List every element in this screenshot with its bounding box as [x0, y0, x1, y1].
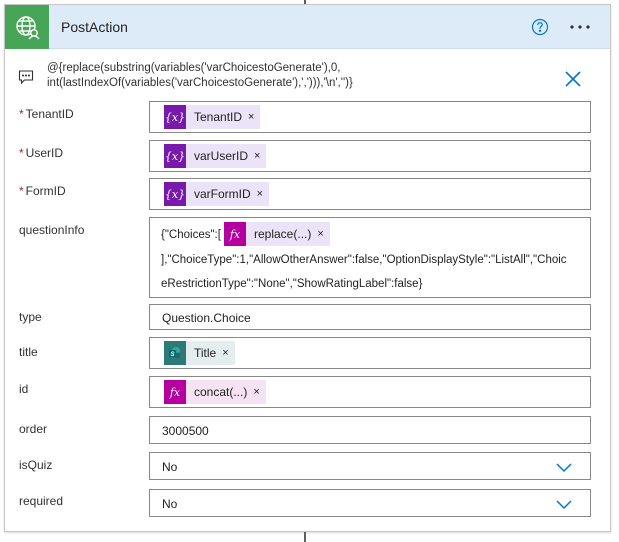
token-label: concat(...): [194, 385, 248, 399]
type-label: type: [19, 310, 42, 324]
token-label: Title: [194, 346, 217, 360]
replace-token[interactable]: fx replace(...) ×: [224, 222, 330, 246]
globe-person-icon: [5, 5, 49, 49]
token-label: replace(...): [254, 227, 312, 241]
token-remove-icon[interactable]: ×: [248, 111, 260, 123]
help-circle-icon[interactable]: [530, 17, 550, 37]
title-token[interactable]: S Title ×: [164, 341, 235, 365]
formid-field[interactable]: {x} varFormID ×: [149, 178, 591, 210]
required-dropdown[interactable]: No: [149, 489, 591, 517]
tenantid-label: * TenantID: [19, 107, 74, 121]
chevron-down-icon[interactable]: [556, 498, 572, 510]
questioninfo-prefix: {"Choices":[: [161, 229, 221, 241]
action-comment: @{replace(substring(variables('varChoice…: [5, 49, 610, 101]
type-field[interactable]: Question.Choice: [149, 304, 591, 330]
required-marker: *: [19, 184, 24, 198]
order-field[interactable]: 3000500: [149, 416, 591, 444]
comment-icon: [18, 69, 34, 85]
tenantid-field[interactable]: {x} TenantID ×: [149, 101, 591, 133]
flow-connector-bottom: [304, 532, 306, 542]
expression-icon: fx: [224, 222, 246, 246]
token-label: varUserID: [194, 149, 249, 163]
isquiz-dropdown[interactable]: No: [149, 452, 591, 480]
title-label: title: [19, 345, 38, 359]
type-value: Question.Choice: [162, 311, 251, 325]
svg-text:S: S: [170, 352, 174, 358]
userid-label: * UserID: [19, 146, 63, 160]
formid-label: * FormID: [19, 184, 66, 198]
token-label: varFormID: [194, 187, 251, 201]
close-icon[interactable]: [561, 67, 585, 91]
variable-icon: {x}: [164, 105, 186, 129]
required-marker: *: [19, 146, 24, 160]
id-label: id: [19, 382, 29, 396]
sharepoint-icon: S: [164, 341, 186, 365]
token-label: TenantID: [194, 110, 243, 124]
questioninfo-line2: ],"ChoiceType":1,"AllowOtherAnswer":fals…: [161, 254, 567, 266]
userid-token[interactable]: {x} varUserID ×: [164, 144, 267, 168]
token-remove-icon[interactable]: ×: [257, 188, 269, 200]
id-token[interactable]: fx concat(...) ×: [164, 380, 266, 404]
action-card: PostAction @{replace(substring(variables…: [4, 4, 611, 532]
comment-text[interactable]: @{replace(substring(variables('varChoice…: [47, 61, 527, 91]
required-label: required: [19, 494, 64, 508]
token-remove-icon[interactable]: ×: [222, 347, 234, 359]
expression-icon: fx: [164, 380, 186, 404]
questioninfo-field[interactable]: {"Choices":[ fx replace(...) × ],"Choice…: [149, 217, 591, 298]
isquiz-label: isQuiz: [19, 458, 53, 472]
order-label: order: [19, 422, 48, 436]
userid-label-text: UserID: [25, 146, 64, 160]
ellipsis-icon[interactable]: [567, 17, 593, 37]
variable-icon: {x}: [164, 144, 186, 168]
questioninfo-label: questionInfo: [19, 223, 85, 237]
required-value: No: [162, 497, 178, 511]
variable-icon: {x}: [164, 182, 186, 206]
tenantid-token[interactable]: {x} TenantID ×: [164, 105, 261, 129]
id-field[interactable]: fx concat(...) ×: [149, 376, 591, 408]
required-marker: *: [19, 107, 24, 121]
action-title: PostAction: [61, 19, 128, 35]
title-field[interactable]: S Title ×: [149, 337, 591, 369]
formid-token[interactable]: {x} varFormID ×: [164, 182, 270, 206]
token-remove-icon[interactable]: ×: [253, 386, 265, 398]
action-header[interactable]: PostAction: [5, 5, 610, 49]
userid-field[interactable]: {x} varUserID ×: [149, 140, 591, 172]
order-value: 3000500: [162, 424, 209, 438]
formid-label-text: FormID: [25, 184, 66, 198]
token-remove-icon[interactable]: ×: [254, 150, 266, 162]
questioninfo-line3: eRestrictionType":"None","ShowRatingLabe…: [161, 278, 423, 290]
token-remove-icon[interactable]: ×: [317, 228, 329, 240]
tenantid-label-text: TenantID: [25, 107, 74, 121]
chevron-down-icon[interactable]: [556, 461, 572, 473]
isquiz-value: No: [162, 460, 178, 474]
